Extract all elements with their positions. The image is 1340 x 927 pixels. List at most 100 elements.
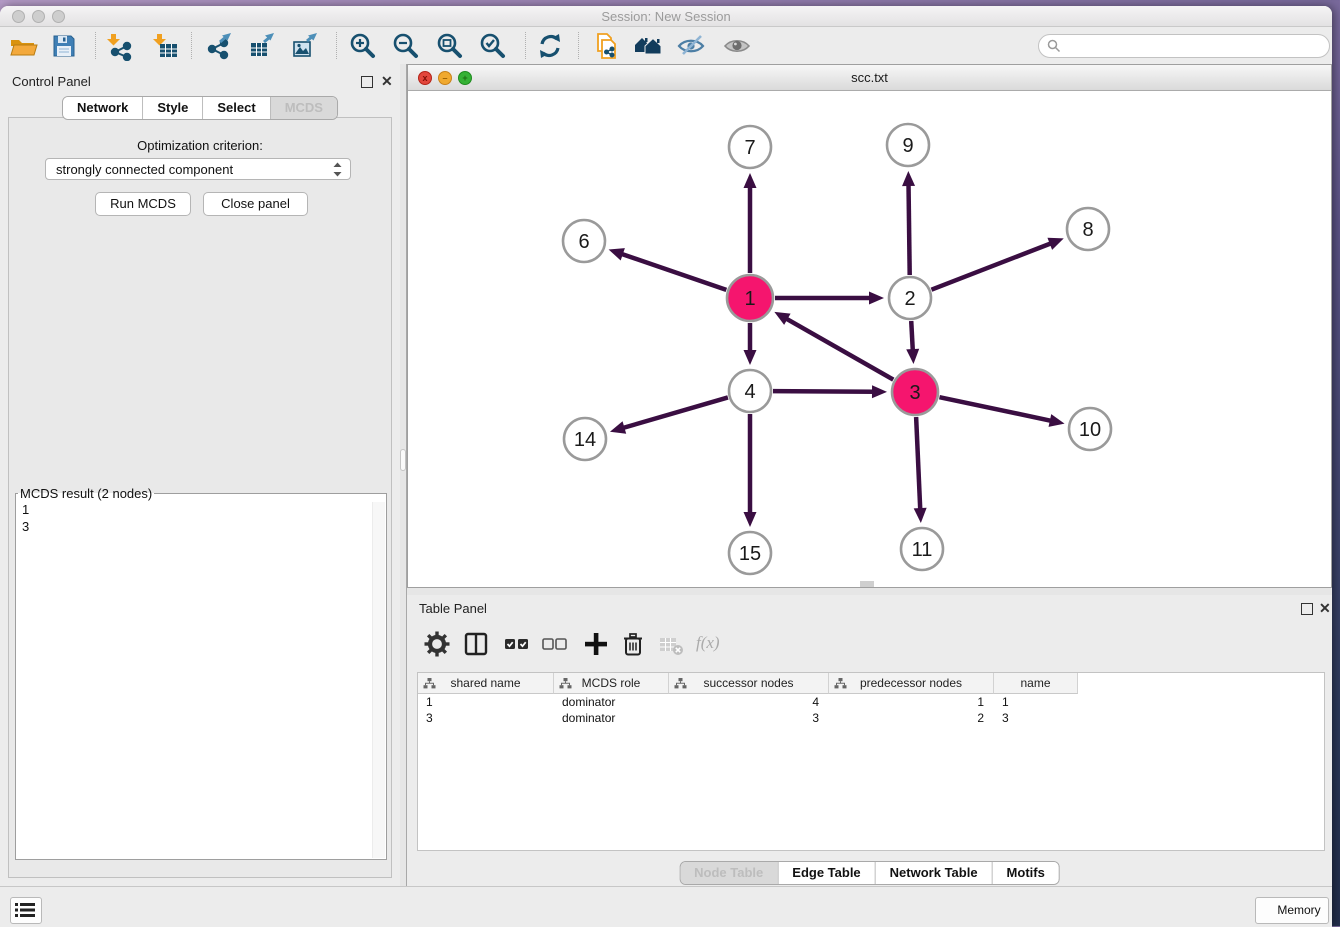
edge-arrowhead	[906, 349, 919, 364]
tab-network-table[interactable]: Network Table	[875, 862, 992, 884]
graph-edge[interactable]	[785, 318, 894, 380]
zoom-in-icon[interactable]	[348, 31, 378, 61]
optimization-criterion-label: Optimization criterion:	[9, 138, 391, 153]
table-close-icon[interactable]: ✕	[1319, 600, 1331, 617]
graph-node-label: 2	[904, 288, 915, 310]
float-panel-icon[interactable]	[361, 76, 373, 88]
mcds-result-list[interactable]: 13	[16, 501, 386, 859]
network-window-titlebar[interactable]: x – + scc.txt	[408, 65, 1331, 91]
splitter-thumb[interactable]	[400, 449, 406, 471]
column-header-shared-name[interactable]: shared name	[418, 673, 554, 694]
cell-shared-name[interactable]: 1	[418, 694, 554, 710]
graph-edge[interactable]	[911, 321, 913, 352]
criterion-dropdown[interactable]: strongly connected component	[45, 158, 351, 180]
column-layout-icon[interactable]	[462, 630, 490, 658]
graph-node-label: 8	[1082, 219, 1093, 241]
export-network-icon[interactable]	[204, 31, 234, 61]
graph-node-label: 10	[1079, 419, 1101, 441]
column-header-mcds-role[interactable]: MCDS role	[554, 673, 669, 694]
edge-arrowhead	[744, 350, 757, 365]
task-history-button[interactable]	[10, 897, 42, 924]
graph-edge[interactable]	[916, 417, 920, 511]
zoom-fit-icon[interactable]	[435, 31, 465, 61]
import-table-icon[interactable]	[150, 31, 180, 61]
cell-name[interactable]: 1	[994, 694, 1078, 710]
column-header-successor-nodes[interactable]: successor nodes	[669, 673, 829, 694]
mcds-result-item[interactable]: 3	[16, 518, 386, 535]
memory-label: Memory	[1277, 903, 1320, 917]
save-session-icon[interactable]	[49, 31, 79, 61]
export-image-icon[interactable]	[290, 31, 320, 61]
add-column-icon[interactable]	[582, 630, 610, 658]
tab-mcds[interactable]: MCDS	[270, 97, 337, 119]
toolbar-separator	[191, 32, 192, 59]
tab-network[interactable]: Network	[63, 97, 142, 119]
tab-style[interactable]: Style	[142, 97, 202, 119]
graph-edge[interactable]	[931, 243, 1052, 290]
table-row[interactable]: 3dominator323	[418, 710, 1324, 726]
search-input[interactable]	[1038, 34, 1330, 58]
toolbar-separator	[525, 32, 526, 59]
graph-edge[interactable]	[773, 391, 875, 392]
select-all-columns-icon[interactable]	[503, 630, 531, 658]
zoom-selected-icon[interactable]	[478, 31, 508, 61]
first-neighbors-icon[interactable]	[633, 31, 663, 61]
export-table-icon[interactable]	[247, 31, 277, 61]
panel-splitter[interactable]	[400, 64, 407, 886]
memory-button[interactable]: Memory	[1255, 897, 1329, 924]
column-header-predecessor-nodes[interactable]: predecessor nodes	[829, 673, 994, 694]
graph-node-label: 3	[909, 382, 920, 404]
tab-edge-table[interactable]: Edge Table	[777, 862, 874, 884]
node-table[interactable]: shared name MCDS role successor nodes pr…	[417, 672, 1325, 851]
function-builder-icon: f(x)	[696, 633, 736, 661]
zoom-out-icon[interactable]	[391, 31, 421, 61]
unselect-all-columns-icon[interactable]	[541, 630, 569, 658]
criterion-dropdown-value: strongly connected component	[56, 162, 233, 177]
network-window: x – + scc.txt 7968124314101511	[407, 64, 1332, 588]
tab-node-table[interactable]: Node Table	[680, 862, 777, 884]
delete-column-icon[interactable]	[619, 630, 647, 658]
cell-name[interactable]: 3	[994, 710, 1078, 726]
mcds-result-scrollbar[interactable]	[372, 502, 385, 858]
graph-edge[interactable]	[908, 183, 909, 275]
mcds-result-item[interactable]: 1	[16, 501, 386, 518]
graph-edge[interactable]	[620, 253, 726, 290]
cell-predecessor-nodes[interactable]: 1	[829, 694, 994, 710]
list-icon	[15, 902, 35, 918]
status-bar: Memory	[0, 886, 1332, 927]
network-graph[interactable]: 7968124314101511	[408, 91, 1331, 587]
toolbar-separator	[336, 32, 337, 59]
close-panel-button[interactable]: Close panel	[203, 192, 308, 216]
cell-predecessor-nodes[interactable]: 2	[829, 710, 994, 726]
network-window-title: scc.txt	[408, 70, 1331, 85]
hide-selected-icon[interactable]	[676, 31, 706, 61]
clone-network-icon[interactable]	[591, 31, 621, 61]
open-session-icon[interactable]	[8, 31, 38, 61]
control-panel-tabs: NetworkStyleSelectMCDS	[62, 96, 338, 120]
cell-successor-nodes[interactable]: 4	[669, 694, 829, 710]
cell-mcds-role[interactable]: dominator	[554, 694, 669, 710]
tab-select[interactable]: Select	[202, 97, 269, 119]
graph-node-label: 7	[744, 137, 755, 159]
graph-edge[interactable]	[939, 397, 1052, 421]
refresh-icon[interactable]	[535, 31, 565, 61]
show-all-icon[interactable]	[722, 31, 752, 61]
tab-motifs[interactable]: Motifs	[992, 862, 1059, 884]
table-row[interactable]: 1dominator411	[418, 694, 1324, 710]
graph-edge[interactable]	[621, 397, 727, 428]
import-network-icon[interactable]	[104, 31, 134, 61]
graph-node-label: 1	[744, 288, 755, 310]
table-float-icon[interactable]	[1301, 603, 1313, 615]
cell-successor-nodes[interactable]: 3	[669, 710, 829, 726]
gear-icon[interactable]	[423, 630, 451, 658]
canvas-resize-handle[interactable]	[860, 581, 874, 587]
edge-arrowhead	[1047, 238, 1063, 250]
run-mcds-button[interactable]: Run MCDS	[95, 192, 191, 216]
edge-arrowhead	[869, 292, 884, 305]
cell-shared-name[interactable]: 3	[418, 710, 554, 726]
mcds-result-title: MCDS result (2 nodes)	[18, 486, 154, 501]
network-canvas[interactable]: 7968124314101511	[408, 91, 1331, 587]
cell-mcds-role[interactable]: dominator	[554, 710, 669, 726]
close-panel-icon[interactable]: ✕	[381, 73, 393, 90]
column-header-name[interactable]: name	[994, 673, 1078, 694]
